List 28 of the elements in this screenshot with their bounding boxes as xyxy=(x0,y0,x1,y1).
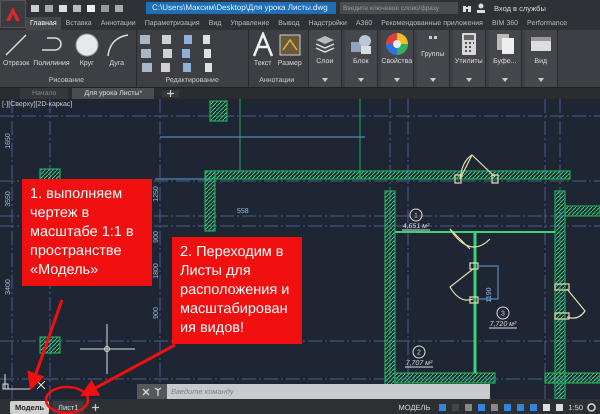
plus-icon[interactable] xyxy=(92,404,99,410)
text-tool-icon xyxy=(252,32,274,58)
annotation-callout: 1. выполняем чертеж в масштабе 1:1 в пространстве «Модель» xyxy=(22,179,152,286)
window-title: C:\Users\Максим\Desktop\Для урока Листы.dwg xyxy=(146,2,336,14)
app-logo-icon xyxy=(5,6,21,22)
dropdown-caret-icon[interactable] xyxy=(466,78,472,82)
close-icon[interactable] xyxy=(142,388,150,396)
binoculars-icon[interactable] xyxy=(462,3,472,13)
dimension-icon xyxy=(278,32,302,58)
edit-tool-icon[interactable] xyxy=(140,48,154,59)
circle-icon xyxy=(74,32,100,58)
groups-icon xyxy=(428,36,437,39)
dropdown-caret-icon[interactable] xyxy=(430,78,436,82)
edit-tool-icon[interactable] xyxy=(140,62,154,73)
plus-icon[interactable] xyxy=(162,90,180,97)
edit-tool-icon[interactable] xyxy=(160,48,175,59)
dropdown-caret-icon[interactable] xyxy=(502,78,508,82)
wrench-icon[interactable] xyxy=(154,387,162,396)
user-icon[interactable] xyxy=(476,3,486,13)
block-icon xyxy=(348,32,373,56)
color-wheel-icon xyxy=(384,32,409,56)
dropdown-caret-icon[interactable] xyxy=(322,78,328,82)
settings-icon[interactable] xyxy=(587,402,596,412)
dropdown-caret-icon[interactable] xyxy=(358,78,364,82)
line-icon xyxy=(3,32,30,58)
annotation-callout: 2. Переходим в Листы для расположения и масштабирован ия видов! xyxy=(172,237,302,344)
dropdown-caret-icon[interactable] xyxy=(538,78,544,82)
dropdown-caret-icon[interactable] xyxy=(394,78,400,82)
